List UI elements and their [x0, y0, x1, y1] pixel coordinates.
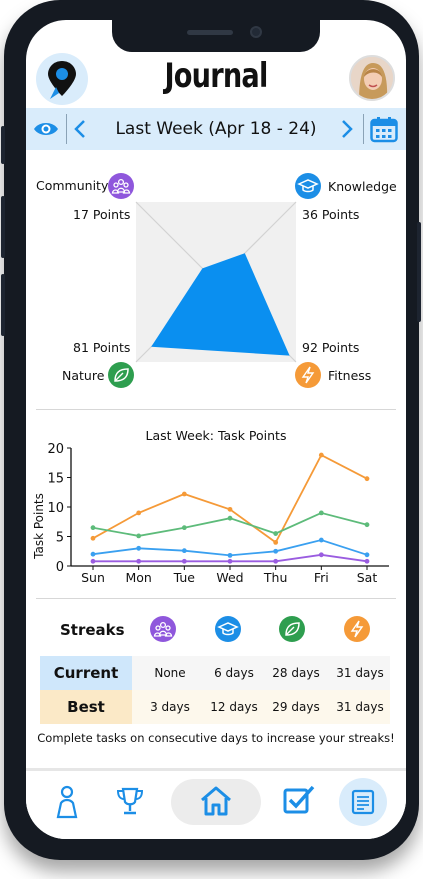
journal-icon [351, 789, 375, 815]
community-icon [150, 616, 176, 642]
streak-cell: 29 days [272, 700, 320, 714]
data-point [181, 558, 187, 564]
data-point [273, 548, 279, 554]
app-screen: Journal Last Week (Apr 18 - 24) Communit… [26, 20, 406, 839]
x-tick-label: Wed [216, 570, 243, 585]
leaf-icon [108, 362, 134, 388]
data-point [227, 506, 233, 512]
x-tick-label: Thu [263, 570, 287, 585]
nav-tasks-button[interactable] [282, 783, 316, 819]
data-point [181, 548, 187, 554]
streak-cell: 6 days [214, 666, 254, 680]
streak-cell: 31 days [336, 700, 384, 714]
data-point [90, 551, 96, 557]
data-point [227, 552, 233, 558]
volume-up-button [1, 196, 5, 258]
task-points-chart: Task Points 0 5 10 15 20 Sun Mon Tue Wed Thu Fri Sa… [32, 442, 389, 585]
y-tick-label: 0 [56, 560, 64, 575]
graduation-cap-icon [215, 616, 241, 642]
section-divider [36, 598, 396, 599]
data-point [318, 552, 324, 558]
data-point [364, 552, 370, 558]
data-point [364, 558, 370, 564]
nav-journal-button[interactable] [339, 778, 387, 826]
current-label: Current [40, 656, 132, 690]
data-point [90, 525, 96, 531]
lightning-icon [295, 362, 321, 388]
x-tick-label: Sun [81, 570, 105, 585]
data-point [318, 537, 324, 543]
data-point [273, 540, 279, 545]
data-point [90, 535, 96, 541]
data-point [136, 510, 142, 516]
current-streak-row: Current None 6 days 28 days 31 days [40, 656, 390, 690]
x-tick-label: Tue [173, 570, 196, 585]
streak-cell: 12 days [210, 700, 258, 714]
skill-label-nature: Nature [62, 368, 105, 383]
nav-profile-button[interactable] [56, 785, 78, 823]
radar-chart [135, 201, 297, 363]
nature-points: 81 Points [73, 340, 131, 355]
volume-down-button [1, 274, 5, 336]
streak-cell: None [154, 666, 186, 680]
y-axis-label: Task Points [32, 493, 46, 560]
data-point [181, 491, 187, 497]
y-tick-label: 10 [47, 501, 64, 516]
home-icon [201, 786, 231, 816]
data-point [318, 510, 324, 516]
data-point [318, 452, 324, 458]
checklist-icon [283, 785, 315, 814]
data-point [136, 558, 142, 564]
data-point [90, 558, 96, 564]
section-divider [36, 409, 396, 410]
data-point [227, 515, 233, 521]
bottom-nav [26, 768, 406, 839]
data-point [364, 476, 370, 482]
series-line [92, 453, 368, 544]
best-streak-row: Best 3 days 12 days 29 days 31 days [40, 690, 390, 724]
y-tick-label: 20 [47, 442, 64, 457]
side-button [1, 126, 5, 164]
nav-home-button[interactable] [171, 779, 261, 825]
phone-frame: Journal Last Week (Apr 18 - 24) Communit… [1, 0, 421, 860]
skill-label-fitness: Fitness [328, 368, 372, 383]
streaks-note: Complete tasks on consecutive days to in… [37, 731, 395, 745]
x-tick-label: Sat [357, 570, 378, 585]
data-point [136, 545, 142, 551]
power-button [417, 222, 421, 322]
data-point [273, 558, 279, 564]
streak-cell: 3 days [150, 700, 190, 714]
streak-cell: 31 days [336, 666, 384, 680]
x-tick-label: Fri [314, 570, 329, 585]
streaks-label: Streaks [60, 621, 125, 639]
trophy-icon [116, 787, 144, 815]
y-tick-label: 15 [47, 472, 64, 487]
data-point [227, 558, 233, 564]
best-label: Best [40, 690, 132, 724]
profile-icon [56, 785, 78, 819]
data-point [136, 533, 142, 539]
streak-cell: 28 days [272, 666, 320, 680]
lightning-icon [344, 616, 370, 642]
nav-trophy-button[interactable] [116, 786, 144, 820]
y-tick-label: 5 [56, 531, 64, 546]
x-tick-label: Mon [125, 570, 151, 585]
data-point [364, 522, 370, 528]
leaf-icon [279, 616, 305, 642]
data-point [273, 531, 279, 536]
fitness-points: 92 Points [302, 340, 360, 355]
data-point [181, 525, 187, 531]
